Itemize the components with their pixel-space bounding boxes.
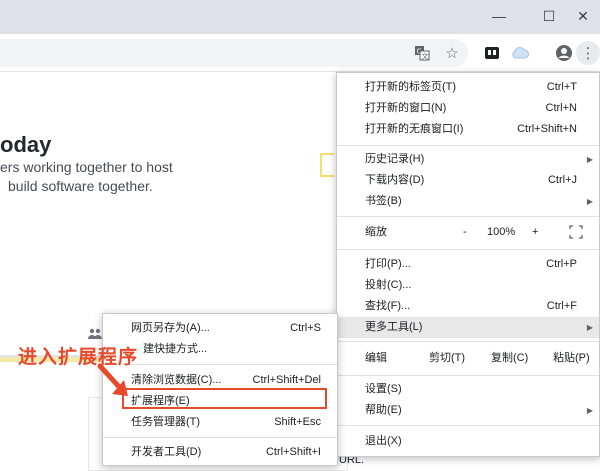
hero-title: oday <box>0 132 52 157</box>
hero-subtitle-line1: ers working together to host <box>0 159 173 175</box>
edit-cut-button[interactable]: 剪切(T) <box>429 348 465 369</box>
translate-icon[interactable]: G文 <box>410 41 434 65</box>
extension-icon[interactable] <box>480 41 504 65</box>
chrome-main-menu: 打开新的标签页(T) Ctrl+T 打开新的窗口(N) Ctrl+N 打开新的无… <box>336 72 600 457</box>
menu-separator <box>337 341 599 342</box>
fullscreen-icon[interactable] <box>569 222 583 243</box>
menu-edit-row: 编辑 剪切(T) 复制(C) 粘贴(P) <box>337 348 599 371</box>
menu-separator <box>337 145 599 146</box>
extensions-highlight-box <box>122 388 327 409</box>
address-bar[interactable]: G文 ☆ <box>0 39 468 67</box>
menu-bookmarks[interactable]: 书签(B) ▶ <box>337 191 599 212</box>
edit-copy-button[interactable]: 复制(C) <box>491 348 528 369</box>
menu-separator <box>337 425 599 426</box>
zoom-value: 100% <box>487 226 516 238</box>
menu-new-tab[interactable]: 打开新的标签页(T) Ctrl+T <box>337 77 599 98</box>
submenu-arrow-icon: ▶ <box>586 197 593 206</box>
menu-help[interactable]: 帮助(E) ▶ <box>337 400 599 421</box>
people-icon <box>88 328 102 343</box>
menu-new-incognito[interactable]: 打开新的无痕窗口(I) Ctrl+Shift+N <box>337 119 599 140</box>
maximize-button[interactable]: ☐ <box>532 0 566 32</box>
menu-separator <box>337 216 599 217</box>
menu-zoom-row: 缩放 - 100% + <box>337 222 599 244</box>
menu-find[interactable]: 查找(F)... Ctrl+F <box>337 296 599 317</box>
menu-separator <box>337 249 599 250</box>
submenu-arrow-icon: ▶ <box>586 323 593 332</box>
menu-separator <box>337 375 599 376</box>
menu-more-tools[interactable]: 更多工具(L) ▶ <box>337 317 599 338</box>
submenu-arrow-icon: ▶ <box>586 155 593 164</box>
menu-dots-icon[interactable]: ⋮ <box>576 41 600 65</box>
submenu-devtools[interactable]: 开发者工具(D) Ctrl+Shift+I <box>103 442 337 463</box>
menu-cast[interactable]: 投射(C)... <box>337 275 599 296</box>
edit-paste-button[interactable]: 粘贴(P) <box>553 348 590 369</box>
cloud-icon[interactable] <box>508 41 532 65</box>
submenu-create-shortcut[interactable]: 建快捷方式... <box>103 339 337 360</box>
menu-new-window[interactable]: 打开新的窗口(N) Ctrl+N <box>337 98 599 119</box>
close-window-button[interactable]: ✕ <box>566 0 600 32</box>
hero-subtitle-line2: build software together. <box>8 178 153 194</box>
submenu-save-page[interactable]: 网页另存为(A)... Ctrl+S <box>103 318 337 339</box>
menu-separator <box>103 364 337 365</box>
menu-separator <box>103 437 337 438</box>
decorative-bracket <box>320 153 334 177</box>
svg-text:文: 文 <box>422 52 429 61</box>
zoom-out-button[interactable]: - <box>463 222 467 243</box>
profile-icon[interactable] <box>552 41 576 65</box>
menu-downloads[interactable]: 下载内容(D) Ctrl+J <box>337 170 599 191</box>
zoom-in-button[interactable]: + <box>532 222 538 243</box>
menu-settings[interactable]: 设置(S) <box>337 379 599 400</box>
menu-exit[interactable]: 退出(X) <box>337 431 599 452</box>
title-bar: — ☐ ✕ <box>0 0 600 34</box>
menu-history[interactable]: 历史记录(H) ▶ <box>337 149 599 170</box>
submenu-arrow-icon: ▶ <box>586 406 593 415</box>
menu-print[interactable]: 打印(P)... Ctrl+P <box>337 254 599 275</box>
submenu-task-manager[interactable]: 任务管理器(T) Shift+Esc <box>103 412 337 433</box>
browser-toolbar: G文 ☆ ⋮ <box>0 34 600 72</box>
minimize-button[interactable]: — <box>482 0 516 32</box>
bookmark-star-icon[interactable]: ☆ <box>440 41 464 65</box>
